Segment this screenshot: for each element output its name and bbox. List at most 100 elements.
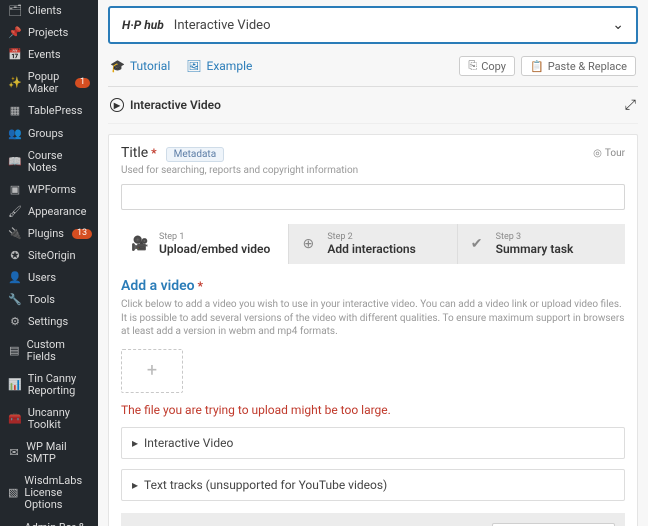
add-video-desc: Click below to add a video you wish to u… [121,298,625,339]
sidebar-item-projects[interactable]: 📌Projects [0,22,98,44]
next-step-button[interactable]: Next Step ⊕ Add interactions › [492,523,615,526]
menu-icon: ✨ [8,77,22,89]
menu-icon: 🔌 [8,228,22,240]
steps-tabs: 🎥 Step 1Upload/embed video ⊕ Step 2Add i… [121,224,625,264]
sidebar-item-label: Settings [28,316,68,328]
chevron-down-icon: ⌄ [612,17,624,33]
step-summary[interactable]: ✔ Step 3Summary task [458,224,625,264]
admin-sidebar: 🗂Clients📌Projects📅Events✨Popup Maker1▦Ta… [0,0,98,526]
tab-tutorial-label: Tutorial [130,59,170,73]
menu-icon: ✪ [8,250,22,262]
tab-example[interactable]: 🖼 Example [186,59,252,73]
sidebar-item-siteorigin[interactable]: ✪ SiteOrigin [0,245,98,267]
sidebar-item-label: Users [28,272,56,284]
accordion-text-tracks[interactable]: ▸ Text tracks (unsupported for YouTube vi… [121,469,625,501]
menu-icon: 📅 [8,49,22,61]
sidebar-item-course-notes[interactable]: 📖Course Notes [0,145,98,179]
sidebar-item-wisdmlabs-license-options[interactable]: ▧ WisdmLabs License Options [0,470,98,516]
menu-icon: 📊 [8,379,22,391]
video-camera-icon: 🎥 [131,235,149,253]
title-label: Title [121,145,148,161]
step2-label: Add interactions [327,242,415,256]
menu-icon: 👤 [8,272,22,284]
interaction-icon: ⊕ [299,235,317,253]
menu-icon: 🗂 [8,5,22,17]
sidebar-item-tablepress[interactable]: ▦ TablePress [0,100,98,122]
paste-replace-button[interactable]: 📋 Paste & Replace [521,56,636,76]
menu-icon: ▦ [8,105,22,117]
title-input[interactable] [121,184,625,210]
sidebar-item-groups[interactable]: 👥 Groups [0,123,98,145]
sidebar-item-users[interactable]: 👤 Users [0,267,98,289]
step-interactions[interactable]: ⊕ Step 2Add interactions [289,224,457,264]
required-icon: * [195,279,203,293]
menu-icon: ▧ [8,487,18,499]
sidebar-item-label: Groups [28,128,63,140]
menu-icon: ▤ [8,345,21,357]
main-content: H·P hubInteractive Video ⌄ 🎓 Tutorial 🖼 Ex… [98,0,648,526]
paste-icon: 📋 [530,60,544,73]
menu-icon: 📌 [8,27,22,39]
sidebar-item-label: WP Mail SMTP [26,441,90,465]
tour-button[interactable]: ◎Tour [593,148,625,159]
sidebar-item-wpforms[interactable]: ▣WPForms [0,179,98,201]
sidebar-item-events[interactable]: 📅 Events [0,44,98,66]
menu-icon: 🖌 [8,206,22,218]
section-title: Interactive Video [130,98,221,112]
graduation-cap-icon: 🎓 [110,59,125,73]
caret-right-icon: ▸ [132,478,138,492]
menu-icon: ✉ [8,447,20,459]
sidebar-item-label: Clients [28,5,62,17]
sidebar-item-admin-bar-dash[interactable]: ⚙Admin Bar & Dash [0,517,98,526]
caret-right-icon: ▸ [132,436,138,450]
acc-tt-label: Text tracks (unsupported for YouTube vid… [144,478,387,492]
add-video-heading: Add a video [121,278,195,294]
sidebar-item-tin-canny-reporting[interactable]: 📊Tin Canny Reporting [0,368,98,402]
sidebar-item-label: Events [28,49,61,61]
sidebar-item-custom-fields[interactable]: ▤Custom Fields [0,334,98,368]
video-dropzone[interactable]: + [121,349,183,393]
sidebar-item-label: SiteOrigin [28,250,76,262]
sidebar-item-label: Popup Maker [28,71,67,95]
menu-icon: 👥 [8,128,22,140]
sidebar-item-wp-mail-smtp[interactable]: ✉ WP Mail SMTP [0,436,98,470]
sidebar-item-label: TablePress [28,105,82,117]
sidebar-item-label: Uncanny Toolkit [28,407,90,431]
paste-label: Paste & Replace [548,60,627,73]
copy-button[interactable]: ⎘Copy [459,56,515,76]
step1-num: Step 1 [159,232,270,242]
sidebar-item-appearance[interactable]: 🖌 Appearance [0,201,98,223]
sidebar-item-tools[interactable]: 🔧Tools [0,289,98,311]
upload-error: The file you are trying to upload might … [121,403,625,417]
sidebar-item-label: WisdmLabs License Options [24,475,90,511]
tour-label: Tour [605,148,625,159]
image-icon: 🖼 [186,59,201,73]
section-header: ▶Interactive Video ⤢ [108,87,638,124]
sidebar-item-settings[interactable]: ⚙Settings [0,311,98,333]
sidebar-item-clients[interactable]: 🗂 Clients [0,0,98,22]
step3-num: Step 3 [496,232,574,242]
tab-tutorial[interactable]: 🎓 Tutorial [110,59,170,73]
expand-icon[interactable]: ⤢ [625,97,636,113]
sidebar-item-uncanny-toolkit[interactable]: 🧰 Uncanny Toolkit [0,402,98,436]
content-type-label: Interactive Video [174,18,271,33]
sidebar-item-popup-maker[interactable]: ✨Popup Maker1 [0,66,98,100]
menu-icon: 📖 [8,156,22,168]
step-upload[interactable]: 🎥 Step 1Upload/embed video [121,224,289,264]
tab-example-label: Example [207,59,253,73]
plus-icon: + [147,360,157,381]
required-icon: * [148,146,156,160]
sidebar-item-label: Admin Bar & Dash [24,522,90,526]
sidebar-item-plugins[interactable]: 🔌Plugins13 [0,223,98,245]
sidebar-item-label: WPForms [28,184,76,196]
target-icon: ◎ [593,148,602,159]
metadata-button[interactable]: Metadata [166,147,225,162]
add-video-section: Add a video * Click below to add a video… [121,278,625,417]
content-type-selector[interactable]: H·P hubInteractive Video ⌄ [108,6,638,44]
editor-panel: Title * Metadata ◎Tour Used for searchin… [108,134,638,526]
sidebar-item-label: Plugins [28,228,64,240]
step1-label: Upload/embed video [159,242,270,256]
menu-icon: 🧰 [8,413,22,425]
accordion-interactive-video[interactable]: ▸Interactive Video [121,427,625,459]
sidebar-item-label: Appearance [28,206,87,218]
